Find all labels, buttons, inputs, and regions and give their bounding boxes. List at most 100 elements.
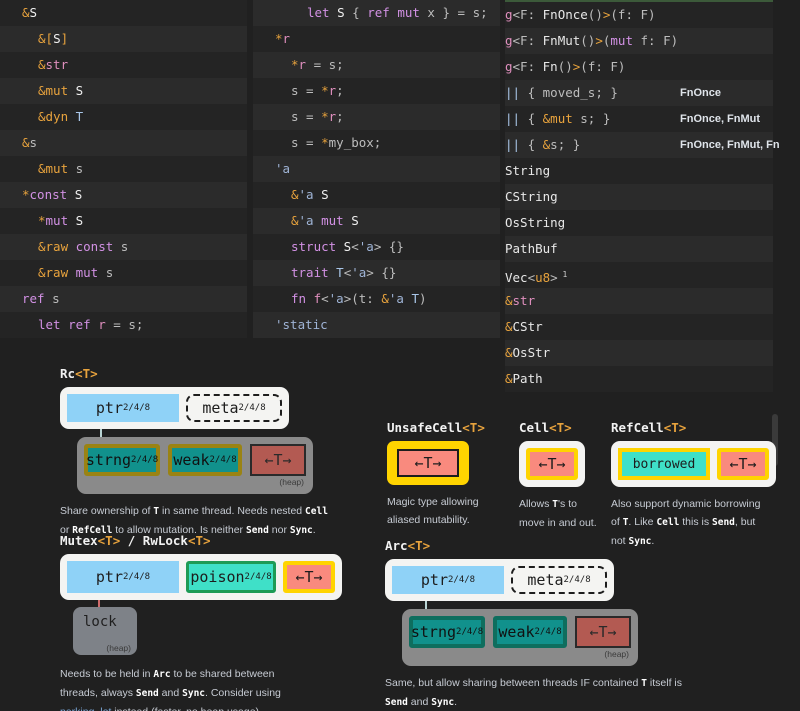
code-row[interactable]: String	[505, 158, 773, 184]
code-token: T	[328, 265, 344, 280]
code-token: fn	[291, 291, 307, 306]
code-row[interactable]: &'a S	[253, 182, 500, 208]
code-row[interactable]: g<F: FnMut()>(mut f: F)	[505, 28, 773, 54]
code-token: S	[68, 83, 84, 98]
code-row[interactable]: Vec<u8> 1	[505, 262, 773, 288]
refcell-outer-box: borrowed ←T→	[611, 441, 776, 487]
cheatsheet-page: &S &[S] &str &mut S &dyn T &s &mut s *const S *m…	[0, 0, 800, 711]
code-row[interactable]: let S { ref mut x } = s;	[253, 0, 500, 26]
code-row[interactable]: *r = s;	[253, 52, 500, 78]
code-token: 1	[557, 270, 568, 279]
code-token: Path	[512, 371, 543, 386]
code-row[interactable]: *const S	[0, 182, 247, 208]
code-row[interactable]: CString	[505, 184, 773, 210]
diagram-cell: Cell<T> ←T→ Allows T's to move in and ou…	[519, 420, 599, 532]
arc-weak-count-cell: weak 2/4/8	[493, 616, 567, 648]
code-row[interactable]: &[S]	[0, 26, 247, 52]
code-token: S	[67, 187, 83, 202]
code-row[interactable]: g<F: Fn()>(f: F)	[505, 54, 773, 80]
code-row[interactable]: let ref r = s;	[0, 312, 247, 338]
rc-strong-count-cell: strng 2/4/8	[84, 444, 160, 476]
code-row[interactable]: ref s	[0, 286, 247, 312]
code-row[interactable]: &'a mut S	[253, 208, 500, 234]
code-token: S	[68, 213, 84, 228]
code-row[interactable]: *r	[253, 26, 500, 52]
code-token: S	[53, 31, 61, 46]
rc-value-cell: ←T→	[250, 444, 306, 476]
code-row[interactable]: OsString	[505, 210, 773, 236]
unsafecell-outer-box: ←T→	[387, 441, 469, 485]
code-token: 'a	[351, 265, 367, 280]
code-row[interactable]: &CStr	[505, 314, 773, 340]
mutex-value-cell: ←T→	[283, 561, 335, 593]
code-row[interactable]: *mut S	[0, 208, 247, 234]
arc-ptr-connector	[425, 601, 427, 609]
code-token: 'a	[358, 239, 374, 254]
code-row[interactable]: trait T<'a> {}	[253, 260, 500, 286]
code-row[interactable]: &dyn T	[0, 104, 247, 130]
code-token: ||	[505, 137, 521, 152]
code-row[interactable]: &str	[505, 288, 773, 314]
code-row[interactable]: g<F: FnOnce()>(f: F)	[505, 2, 773, 28]
code-row[interactable]: &Path	[505, 366, 773, 392]
code-token: ()	[557, 59, 573, 74]
code-token: mut	[313, 213, 344, 228]
code-token: &	[381, 291, 389, 306]
code-token: mut	[68, 265, 99, 280]
code-token: u8	[535, 270, 551, 286]
code-row[interactable]: &raw const s	[0, 234, 247, 260]
code-row[interactable]: 'a	[253, 156, 500, 182]
code-token: ;	[336, 109, 344, 124]
code-row[interactable]: s = *r;	[253, 78, 500, 104]
code-row[interactable]: &mut s	[0, 156, 247, 182]
mutex-connector-wrap	[60, 600, 342, 607]
code-row[interactable]: 'static	[253, 312, 500, 338]
code-token: <F:	[512, 33, 543, 48]
rc-connector-wrap	[60, 429, 335, 437]
diagram-unsafecell: UnsafeCell<T> ←T→ Magic type allowing al…	[387, 420, 492, 529]
code-token: trait	[291, 265, 329, 280]
code-token: *	[22, 187, 30, 202]
code-token: PathBuf	[505, 241, 558, 256]
code-token: ||	[505, 111, 521, 126]
code-token: &dyn	[38, 109, 69, 124]
code-row[interactable]: &mut S	[0, 78, 247, 104]
code-token: >(t:	[343, 291, 382, 306]
code-row[interactable]: || { &s; } FnOnce, FnMut, Fn	[505, 132, 780, 158]
code-token: *	[321, 135, 329, 150]
code-token: ||	[505, 85, 521, 100]
code-row[interactable]: || { &mut s; } FnOnce, FnMut	[505, 106, 773, 132]
code-row[interactable]: fn f<'a>(t: &'a T)	[253, 286, 500, 312]
code-row[interactable]: || { moved_s; } FnOnce	[505, 80, 773, 106]
code-token: Fn	[542, 59, 558, 74]
code-token: g	[505, 33, 513, 48]
code-row[interactable]: s = *my_box;	[253, 130, 500, 156]
code-token: T	[403, 291, 420, 306]
code-row[interactable]: &s	[0, 130, 247, 156]
code-row[interactable]: struct S<'a> {}	[253, 234, 500, 260]
rc-ptr-connector	[100, 429, 102, 437]
code-column-lifetimes: let S { ref mut x } = s; *r *r = s; s = *r;…	[253, 0, 500, 338]
code-row[interactable]: &raw mut s	[0, 260, 247, 286]
code-row[interactable]: &str	[0, 52, 247, 78]
code-token: f: F)	[632, 33, 679, 48]
code-token: *	[38, 213, 46, 228]
parking-lot-link[interactable]: parking_lot	[60, 706, 111, 711]
code-token: s	[113, 239, 129, 254]
code-row[interactable]: s = *r;	[253, 104, 500, 130]
mutex-ptr-connector	[98, 600, 100, 607]
diagram-arc: Arc<T> ptr 2/4/8 meta 2/4/8 strng 2/4/8 wea…	[385, 538, 685, 711]
code-row[interactable]: &S	[0, 0, 247, 26]
code-token: &	[38, 57, 46, 72]
code-token: {	[344, 5, 368, 20]
code-token: &mut	[38, 161, 69, 176]
code-token: s =	[291, 83, 322, 98]
code-row[interactable]: PathBuf	[505, 236, 773, 262]
code-row[interactable]: &OsStr	[505, 340, 773, 366]
diagram-cell-title: Cell<T>	[519, 420, 572, 435]
code-token: let ref	[38, 317, 91, 332]
mutex-heap-label: (heap)	[106, 643, 131, 653]
code-token: = s;	[306, 57, 344, 72]
mutex-poison-cell: poison 2/4/8	[186, 561, 276, 593]
code-token: my_box;	[328, 135, 382, 150]
